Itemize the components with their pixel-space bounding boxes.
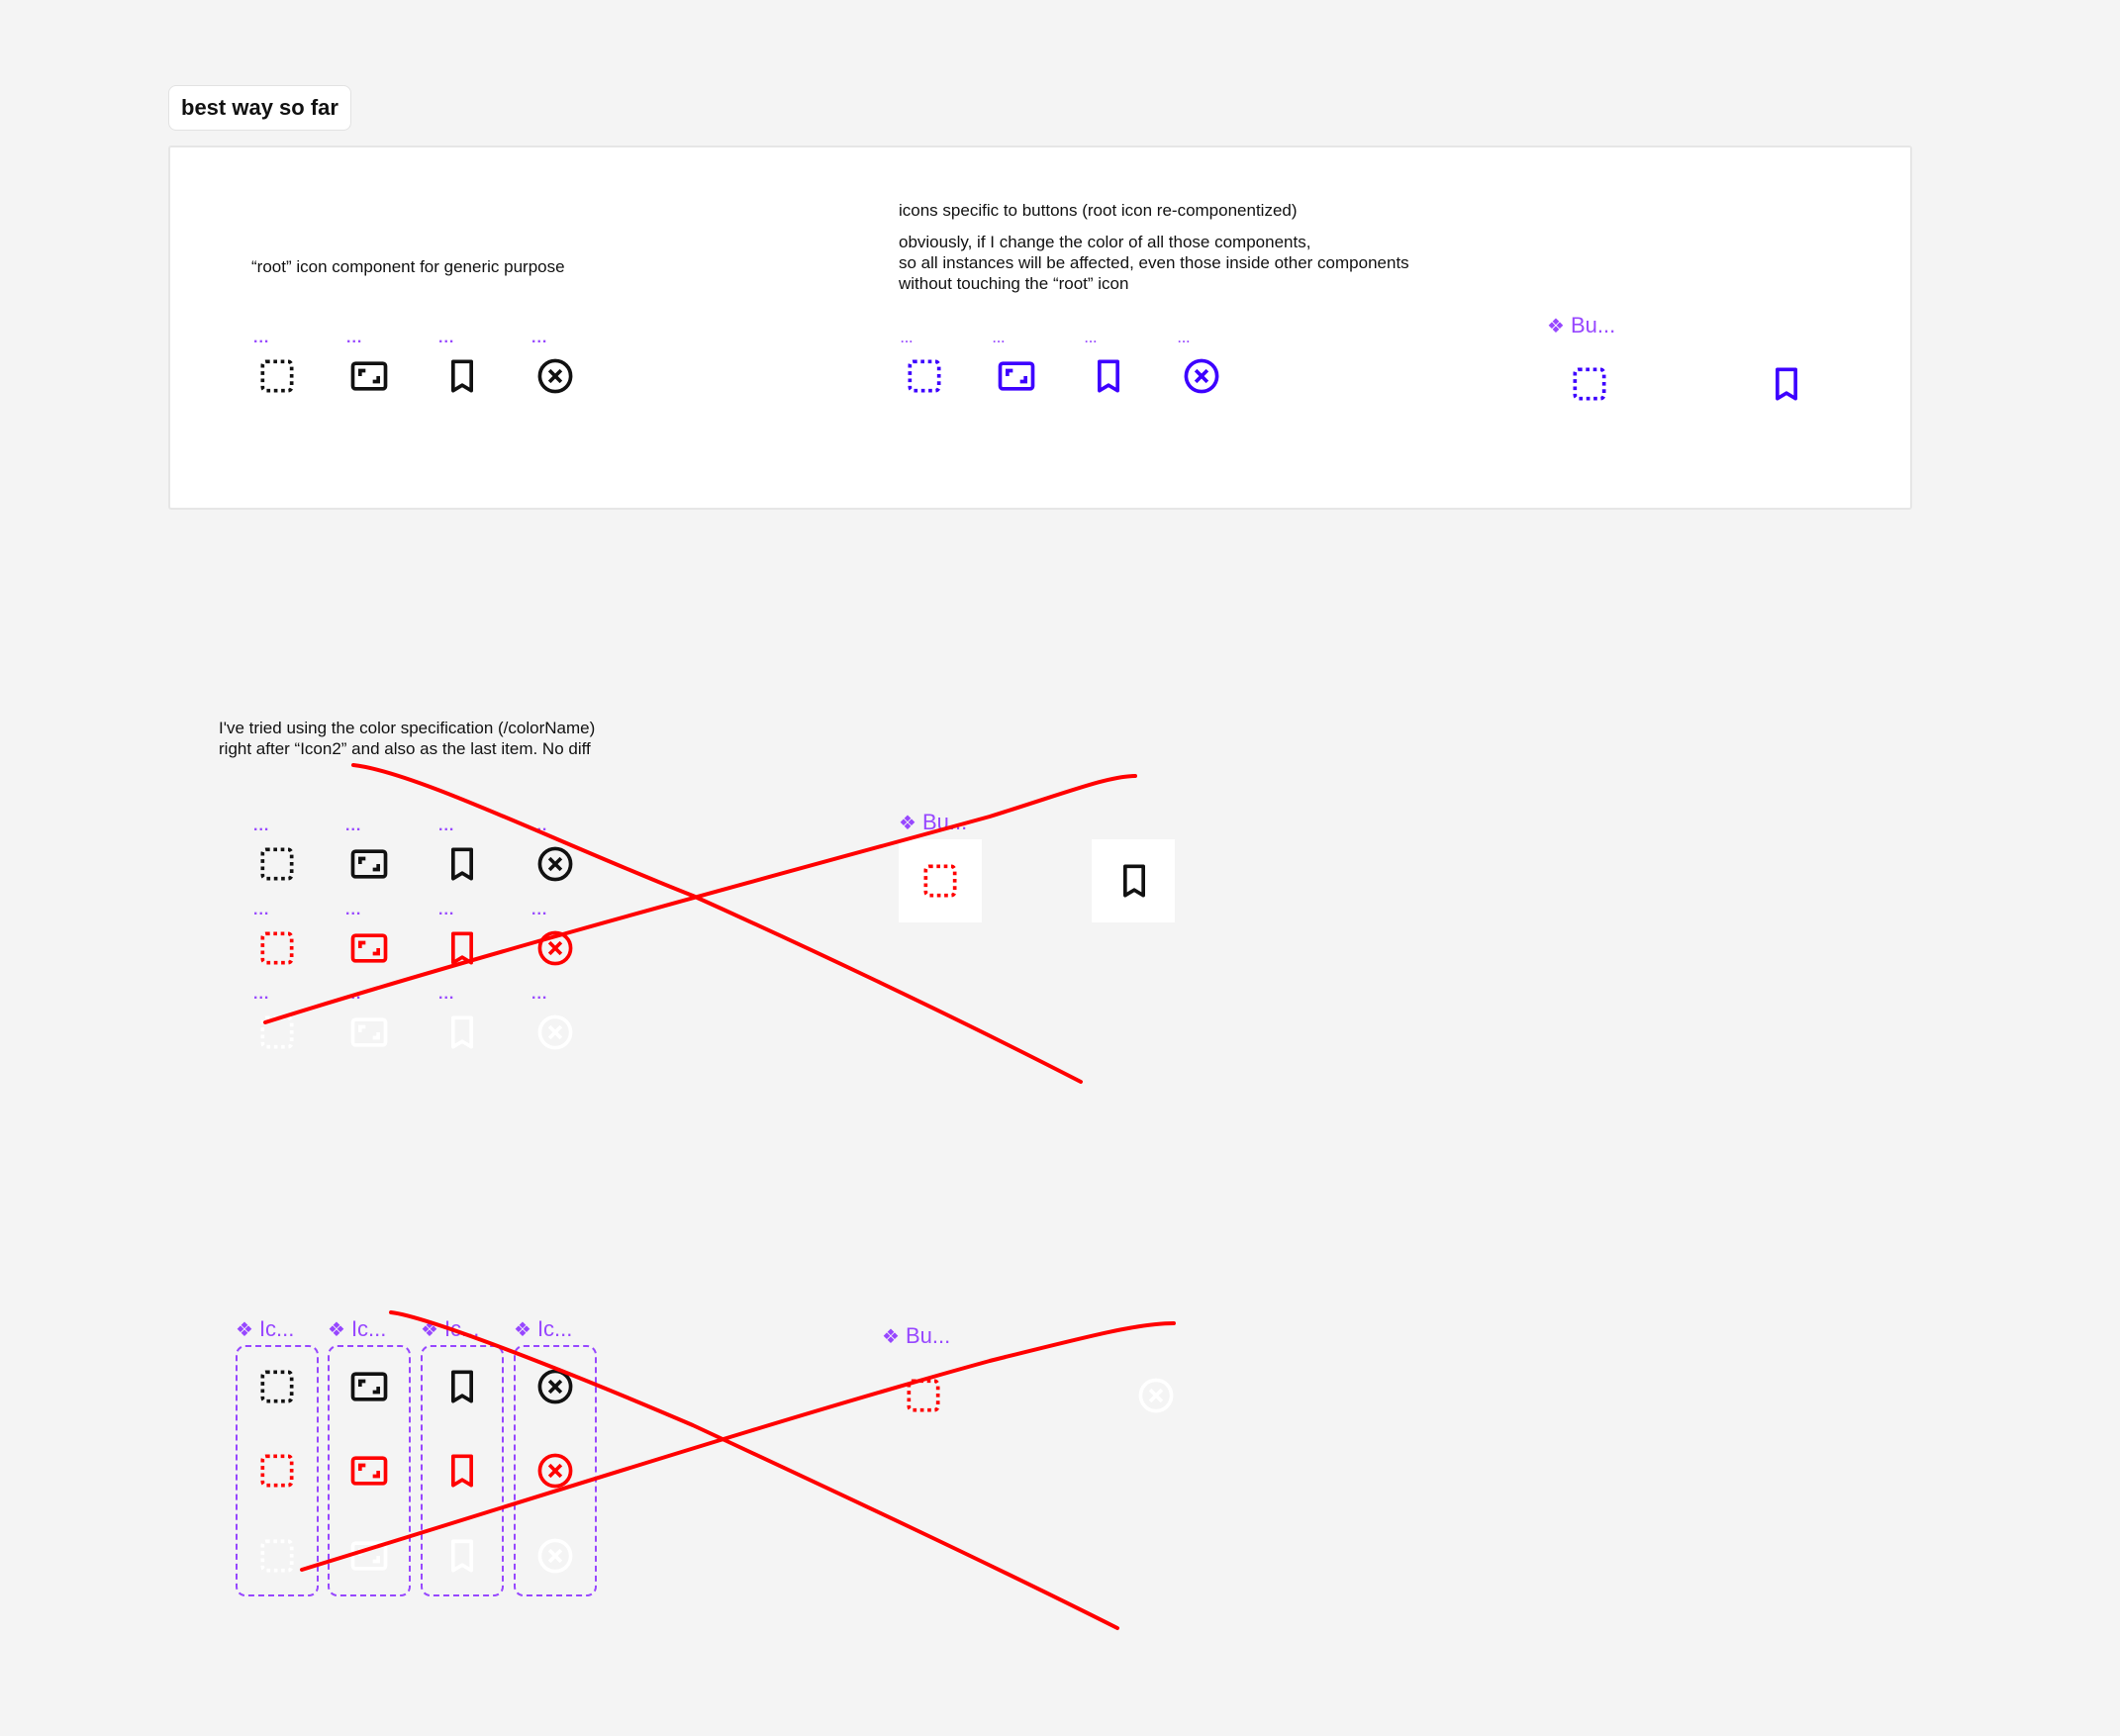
dotted-square-icon[interactable] (255, 354, 299, 398)
overflow-indicator[interactable]: ... (253, 987, 269, 1003)
overflow-indicator[interactable]: ... (438, 987, 454, 1003)
overflow-indicator[interactable]: ... (253, 819, 269, 834)
bookmark-icon[interactable] (440, 842, 484, 886)
dotted-square-icon[interactable] (1568, 362, 1611, 406)
variant-set-name: Ic... (443, 1316, 480, 1341)
dotted-square-icon[interactable] (255, 842, 299, 886)
overflow-indicator[interactable]: ... (345, 903, 361, 918)
button-component-label[interactable]: ❖ Bu... (899, 810, 967, 836)
button-icons-title: icons specific to buttons (root icon re-… (899, 201, 1298, 220)
variant-set-label[interactable]: ❖ Ic... (328, 1316, 386, 1343)
overflow-indicator[interactable]: ... (253, 903, 269, 918)
overflow-indicator[interactable]: ... (1178, 333, 1191, 344)
dotted-square-icon[interactable] (255, 926, 299, 970)
close-circle-icon[interactable] (1180, 354, 1223, 398)
overflow-indicator[interactable]: ... (531, 331, 547, 346)
component-name: Bu... (905, 1323, 951, 1348)
strike-line (263, 774, 1137, 1024)
fullscreen-frame-icon[interactable] (347, 842, 391, 886)
variant-set-label[interactable]: ❖ Ic... (236, 1316, 294, 1343)
button-component-label[interactable]: ❖ Bu... (882, 1323, 950, 1350)
overflow-indicator[interactable]: ... (346, 331, 362, 346)
overflow-indicator[interactable]: ... (531, 987, 547, 1003)
close-circle-icon[interactable] (533, 1365, 577, 1408)
bookmark-icon[interactable] (440, 1449, 484, 1493)
overflow-indicator[interactable]: ... (531, 903, 547, 918)
close-circle-icon[interactable] (533, 354, 577, 398)
overflow-indicator[interactable]: ... (253, 331, 269, 346)
variant-set-name: Ic... (258, 1316, 295, 1341)
dotted-square-icon[interactable] (255, 1534, 299, 1578)
fullscreen-frame-icon[interactable] (347, 1449, 391, 1493)
dotted-square-icon[interactable] (902, 1374, 945, 1417)
close-circle-icon[interactable] (533, 1011, 577, 1054)
close-circle-icon[interactable] (533, 1534, 577, 1578)
close-circle-icon[interactable] (533, 926, 577, 970)
component-icon: ❖ (1547, 316, 1565, 338)
component-name: Bu... (1570, 313, 1616, 338)
overflow-indicator[interactable]: ... (438, 331, 454, 346)
dotted-square-icon[interactable] (903, 354, 946, 398)
fullscreen-frame-icon[interactable] (347, 1011, 391, 1054)
overflow-indicator[interactable]: ... (901, 333, 914, 344)
bookmark-icon[interactable] (1087, 354, 1130, 398)
close-circle-icon[interactable] (533, 1449, 577, 1493)
dotted-square-icon[interactable] (918, 859, 962, 903)
overflow-indicator[interactable]: ... (993, 333, 1006, 344)
fullscreen-frame-icon[interactable] (347, 1365, 391, 1408)
fullscreen-frame-icon[interactable] (347, 926, 391, 970)
variant-set-name: Ic... (536, 1316, 573, 1341)
component-icon: ❖ (882, 1326, 900, 1348)
component-icon: ❖ (899, 813, 916, 834)
attempt-two-note: I've tried using the color specification… (219, 719, 596, 758)
component-set-icon: ❖ (514, 1319, 531, 1341)
close-circle-icon[interactable] (1134, 1374, 1178, 1417)
variant-set-label[interactable]: ❖ Ic... (514, 1316, 572, 1343)
button-component-label[interactable]: ❖ Bu... (1547, 313, 1615, 339)
fullscreen-frame-icon[interactable] (347, 354, 391, 398)
root-icon-note: “root” icon component for generic purpos… (251, 257, 565, 276)
bookmark-icon[interactable] (440, 926, 484, 970)
component-name: Bu... (921, 810, 968, 834)
close-circle-icon[interactable] (533, 842, 577, 886)
overflow-indicator[interactable]: ... (1085, 333, 1098, 344)
fullscreen-frame-icon[interactable] (347, 1534, 391, 1578)
overflow-indicator[interactable]: ... (531, 819, 547, 834)
dotted-square-icon[interactable] (255, 1449, 299, 1493)
button-icons-note: obviously, if I change the color of all … (899, 233, 1409, 293)
dotted-square-icon[interactable] (255, 1365, 299, 1408)
bookmark-icon[interactable] (440, 1011, 484, 1054)
dotted-square-icon[interactable] (255, 1011, 299, 1054)
section-tag[interactable]: best way so far (168, 85, 351, 131)
overflow-indicator[interactable]: ... (345, 819, 361, 834)
bookmark-icon[interactable] (440, 354, 484, 398)
component-set-icon: ❖ (421, 1319, 438, 1341)
bookmark-icon[interactable] (1112, 859, 1156, 903)
component-set-icon: ❖ (328, 1319, 345, 1341)
overflow-indicator[interactable]: ... (438, 903, 454, 918)
bookmark-icon[interactable] (1765, 362, 1808, 406)
overflow-indicator[interactable]: ... (438, 819, 454, 834)
fullscreen-frame-icon[interactable] (995, 354, 1038, 398)
component-set-icon: ❖ (236, 1319, 253, 1341)
overflow-indicator[interactable]: ... (345, 987, 361, 1003)
variant-set-name: Ic... (350, 1316, 387, 1341)
variant-set-label[interactable]: ❖ Ic... (421, 1316, 479, 1343)
bookmark-icon[interactable] (440, 1534, 484, 1578)
bookmark-icon[interactable] (440, 1365, 484, 1408)
